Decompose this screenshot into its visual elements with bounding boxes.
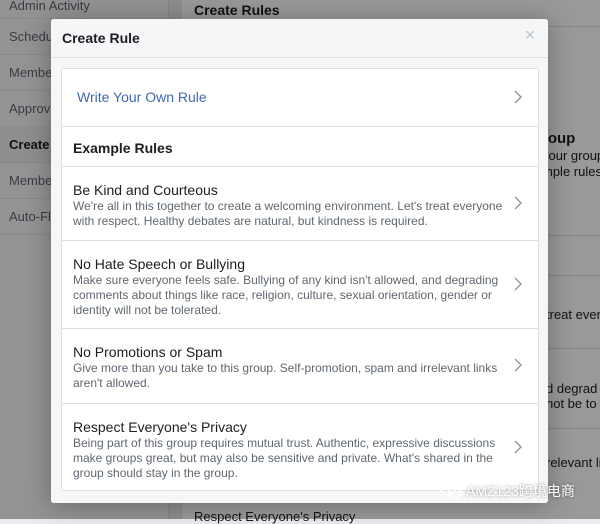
write-own-rule-link[interactable]: Write Your Own Rule: [77, 89, 207, 105]
rule-title: No Promotions or Spam: [73, 344, 223, 360]
rule-item-respect-privacy[interactable]: Respect Everyone's Privacy Being part of…: [62, 404, 538, 490]
chevron-right-icon: [512, 90, 524, 104]
dialog-title: Create Rule: [62, 30, 140, 46]
rule-description: Give more than you take to this group. S…: [73, 361, 498, 390]
chevron-right-icon: [512, 358, 524, 372]
wechat-logo-icon: [440, 482, 462, 500]
watermark-text: AMZ123跨境电商: [466, 483, 575, 499]
rule-description: Make sure everyone feels safe. Bullying …: [73, 273, 499, 317]
rule-title: No Hate Speech or Bullying: [73, 256, 245, 272]
write-own-rule-row[interactable]: Write Your Own Rule: [62, 69, 538, 127]
dialog-header: Create Rule ×: [51, 19, 548, 58]
create-rule-dialog: Create Rule × Write Your Own Rule Exampl…: [51, 19, 548, 503]
rule-description: We're all in this together to create a w…: [73, 199, 503, 228]
dialog-body: Write Your Own Rule Example Rules Be Kin…: [51, 58, 548, 503]
rule-item-be-kind[interactable]: Be Kind and Courteous We're all in this …: [62, 167, 538, 241]
rule-title: Be Kind and Courteous: [73, 182, 218, 198]
rule-item-no-promotions[interactable]: No Promotions or Spam Give more than you…: [62, 329, 538, 404]
chevron-right-icon: [512, 196, 524, 210]
example-rules-title: Example Rules: [73, 140, 173, 156]
watermark: AMZ123跨境电商: [440, 480, 575, 502]
rule-description: Being part of this group requires mutual…: [73, 436, 496, 480]
rule-item-no-hate-speech[interactable]: No Hate Speech or Bullying Make sure eve…: [62, 241, 538, 329]
rules-card: Write Your Own Rule Example Rules Be Kin…: [61, 68, 539, 491]
rule-title: Respect Everyone's Privacy: [73, 419, 247, 435]
chevron-right-icon: [512, 277, 524, 291]
chevron-right-icon: [512, 440, 524, 454]
example-rules-header: Example Rules: [62, 127, 538, 167]
close-icon[interactable]: ×: [522, 26, 538, 44]
